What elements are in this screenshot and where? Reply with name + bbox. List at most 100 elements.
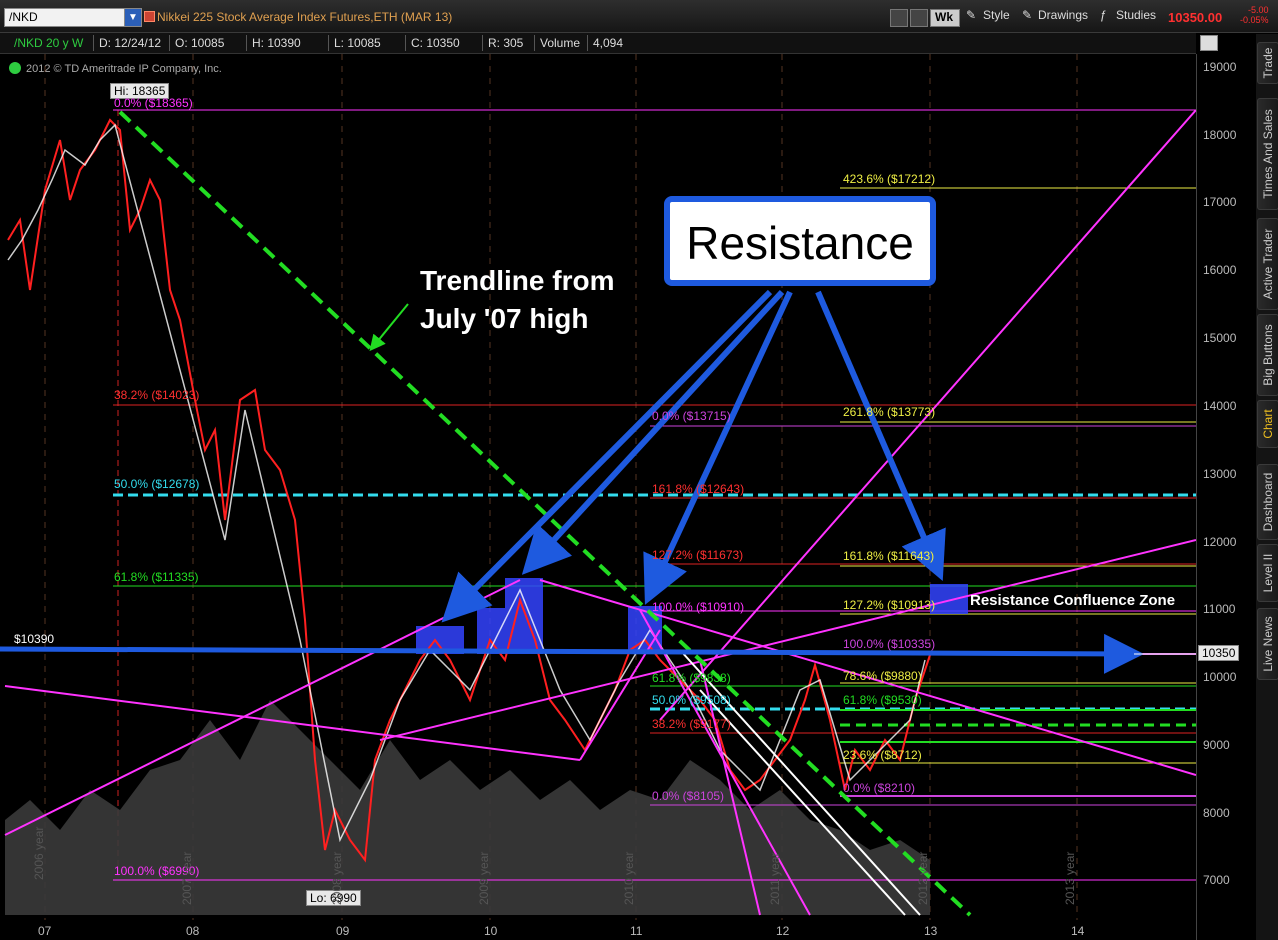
resistance-callout: Resistance (664, 196, 936, 286)
symbol-dropdown-button[interactable]: ▼ (124, 8, 142, 27)
y-tick-13000: 13000 (1203, 467, 1237, 481)
tab-trade[interactable]: Trade (1257, 42, 1278, 84)
price-chart[interactable] (0, 54, 1196, 940)
symbol-input[interactable]: /NKD (4, 8, 126, 27)
fib-left-382-label: 38.2% ($14023) (114, 388, 200, 402)
tab-times-and-sales[interactable]: Times And Sales (1257, 98, 1278, 210)
studies-icon: ƒ (1100, 8, 1107, 22)
fib-right-4236-label: 423.6% ($17212) (843, 172, 936, 186)
current-level-line (0, 633, 1144, 674)
separator (534, 35, 535, 51)
fib-mid-1618-label: 161.8% ($12643) (652, 482, 745, 496)
net-change: -5.00 (1248, 5, 1269, 15)
instrument-description: Nikkei 225 Stock Average Index Futures,E… (157, 10, 453, 24)
tab-active-trader[interactable]: Active Trader (1257, 218, 1278, 310)
resistance-callout-text: Resistance (686, 217, 914, 269)
tab-dashboard-label: Dashboard (1261, 472, 1275, 532)
year-label-2010: 2010 year (622, 851, 636, 905)
separator (93, 35, 94, 51)
fib-left-50-label: 50.0% ($12678) (114, 477, 200, 491)
tab-live-news-label: Live News (1261, 616, 1275, 672)
bar-high: H: 10390 (252, 36, 301, 50)
tab-big-buttons[interactable]: Big Buttons (1257, 314, 1278, 396)
fib-mid-top-label: 0.0% ($13715) (652, 409, 731, 423)
studies-menu[interactable]: Studies (1116, 8, 1156, 26)
tab-live-news[interactable]: Live News (1257, 608, 1278, 680)
tab-times-and-sales-label: Times And Sales (1261, 109, 1275, 199)
trendline-note-line1: Trendline from (420, 265, 615, 296)
study-symbol: /NKD 20 y W (14, 36, 84, 50)
x-tick-14: 14 (1071, 924, 1085, 938)
tab-active-trader-label: Active Trader (1261, 228, 1275, 300)
aggregation-label: Wk (935, 10, 953, 24)
separator (246, 35, 247, 51)
separator (587, 35, 588, 51)
chart-settings-icon[interactable] (1200, 35, 1218, 51)
ohlc-info-bar: /NKD 20 y W D: 12/24/12 O: 10085 H: 1039… (0, 33, 1196, 54)
x-tick-13: 13 (924, 924, 938, 938)
fib-right-236-label: 23.6% ($8712) (843, 748, 922, 762)
separator (169, 35, 170, 51)
pct-change: -0.05% (1240, 15, 1269, 25)
separator (482, 35, 483, 51)
tab-chart-label: Chart (1261, 409, 1275, 439)
tools-icon[interactable] (910, 9, 928, 27)
fib-mid-100-label: 100.0% ($10910) (652, 600, 745, 614)
y-tick-15000: 15000 (1203, 331, 1237, 345)
drawings-menu[interactable]: Drawings (1038, 8, 1088, 26)
year-label-2013: 2013 year (1063, 851, 1077, 905)
y-tick-9000: 9000 (1203, 738, 1230, 752)
x-tick-11: 11 (630, 924, 643, 938)
tab-trade-label: Trade (1261, 47, 1275, 79)
symbol-value: /NKD (9, 10, 38, 24)
confluence-zone-label: Resistance Confluence Zone (970, 592, 1176, 609)
y-tick-12000: 12000 (1203, 535, 1237, 549)
fib-right-100-label: 100.0% ($10335) (843, 637, 936, 651)
fib-right-1272-label: 127.2% ($10913) (843, 598, 936, 612)
style-icon: ✎ (966, 8, 977, 22)
volume-value: 4,094 (593, 36, 624, 50)
fib-right-2618-label: 261.8% ($13773) (843, 405, 936, 419)
fib-right-786-label: 78.6% ($9880) (843, 669, 922, 683)
left-price-label: $10390 (14, 632, 55, 646)
bar-close: C: 10350 (411, 36, 460, 50)
y-tick-8000: 8000 (1203, 806, 1230, 820)
year-label-2008: 2008 year (330, 851, 344, 905)
bar-open: O: 10085 (175, 36, 225, 50)
fib-mid-1272-label: 127.2% ($11673) (652, 548, 744, 562)
separator (328, 35, 329, 51)
bar-range: R: 305 (488, 36, 524, 50)
y-tick-19000: 19000 (1203, 60, 1237, 74)
chart-toolbar: /NKD ▼ Nikkei 225 Stock Average Index Fu… (0, 0, 1278, 33)
tab-big-buttons-label: Big Buttons (1261, 324, 1275, 386)
price-change: -5.00 -0.05% (1240, 5, 1269, 25)
y-tick-18000: 18000 (1203, 128, 1237, 142)
fib-mid-382-label: 38.2% ($9177) (652, 717, 731, 731)
fib-left-618-label: 61.8% ($11335) (114, 570, 199, 584)
trendline-note: Trendline from July '07 high (420, 262, 614, 338)
last-price-tag: 10350 (1198, 645, 1240, 661)
y-tick-10000: 10000 (1203, 670, 1237, 684)
y-tick-11000: 11000 (1203, 602, 1236, 616)
tab-chart[interactable]: Chart (1257, 400, 1278, 448)
tab-level-ii[interactable]: Level II (1257, 544, 1278, 602)
x-tick-08: 08 (186, 924, 200, 938)
drawings-icon: ✎ (1022, 8, 1033, 22)
fib-left-top-label: 0.0% ($18365) (114, 96, 193, 110)
bar-date: D: 12/24/12 (99, 36, 162, 50)
y-tick-17000: 17000 (1203, 195, 1237, 209)
fib-mid-0-label: 0.0% ($8105) (652, 789, 725, 803)
last-price: 10350.00 (1168, 10, 1223, 25)
year-label-2006: 2006 year (32, 826, 46, 880)
instrument-icon (144, 11, 155, 22)
year-label-2012: 2012 year (916, 851, 930, 905)
y-tick-7000: 7000 (1203, 873, 1230, 887)
fib-right-1618-label: 161.8% ($11643) (843, 549, 935, 563)
style-menu[interactable]: Style (983, 8, 1010, 26)
fib-right-618-label: 61.8% ($9530) (843, 693, 922, 707)
aggregation-button[interactable]: Wk (930, 9, 960, 27)
tab-level-ii-label: Level II (1261, 553, 1275, 593)
tab-dashboard[interactable]: Dashboard (1257, 464, 1278, 540)
link-icon[interactable] (890, 9, 908, 27)
separator (405, 35, 406, 51)
